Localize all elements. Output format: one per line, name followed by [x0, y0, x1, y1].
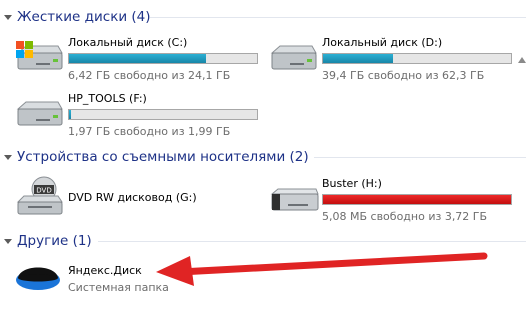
collapse-triangle-icon[interactable]: [4, 238, 12, 244]
group-title: Устройства со съемными носителями (2): [17, 149, 309, 165]
hard-drive-windows-icon: [16, 41, 63, 70]
dvd-label: DVD: [36, 187, 51, 195]
free-space-text: 39,4 ГБ свободно из 62,3 ГБ: [322, 69, 485, 82]
group-divider: [314, 157, 526, 158]
drive-item-d[interactable]: Локальный диск (D:) 39,4 ГБ свободно из …: [268, 33, 513, 83]
drive-name: DVD RW дисковод (G:): [68, 191, 197, 204]
usage-bar-fill: [69, 110, 71, 119]
annotation-arrow: [156, 252, 488, 286]
usage-bar-fill: [323, 195, 511, 204]
usb-drive-icon: [270, 188, 319, 211]
group-divider: [150, 17, 526, 18]
scroll-arrow-icon[interactable]: [518, 54, 526, 68]
collapse-triangle-icon[interactable]: [4, 154, 12, 160]
drive-item-f[interactable]: HP_TOOLS (F:) 1,97 ГБ свободно из 1,99 Г…: [14, 89, 259, 139]
hard-drive-icon: [16, 101, 63, 126]
group-title: Другие (1): [17, 233, 92, 249]
drive-name: Локальный диск (D:): [322, 36, 443, 49]
free-space-text: 5,08 МБ свободно из 3,72 ГБ: [322, 210, 488, 223]
collapse-triangle-icon[interactable]: [4, 14, 12, 20]
drive-name: HP_TOOLS (F:): [68, 92, 147, 105]
usage-bar: [322, 53, 512, 64]
drive-item-c[interactable]: Локальный диск (C:) 6,42 ГБ свободно из …: [14, 33, 259, 83]
drive-item-h[interactable]: Buster (H:) 5,08 МБ свободно из 3,72 ГБ: [268, 174, 513, 224]
usage-bar-fill: [323, 54, 393, 63]
group-divider: [98, 241, 526, 242]
usage-bar: [68, 53, 258, 64]
free-space-text: 6,42 ГБ свободно из 24,1 ГБ: [68, 69, 231, 82]
free-space-text: 1,97 ГБ свободно из 1,99 ГБ: [68, 125, 231, 138]
group-title: Жесткие диски (4): [17, 9, 151, 25]
group-header-removable[interactable]: Устройства со съемными носителями (2): [0, 147, 526, 167]
hard-drive-icon: [270, 45, 317, 70]
group-header-hard-disks[interactable]: Жесткие диски (4): [0, 7, 526, 27]
drive-name: Локальный диск (C:): [68, 36, 188, 49]
usage-bar: [68, 109, 258, 120]
usage-bar: [322, 194, 512, 205]
yandex-disk-icon: [16, 267, 60, 290]
dvd-drive-item[interactable]: DVD DVD RW дисковод (G:): [14, 174, 259, 220]
drive-name: Buster (H:): [322, 177, 382, 190]
item-name: Яндекс.Диск: [68, 264, 142, 277]
usage-bar-fill: [69, 54, 207, 63]
dvd-drive-icon: DVD: [16, 176, 63, 215]
